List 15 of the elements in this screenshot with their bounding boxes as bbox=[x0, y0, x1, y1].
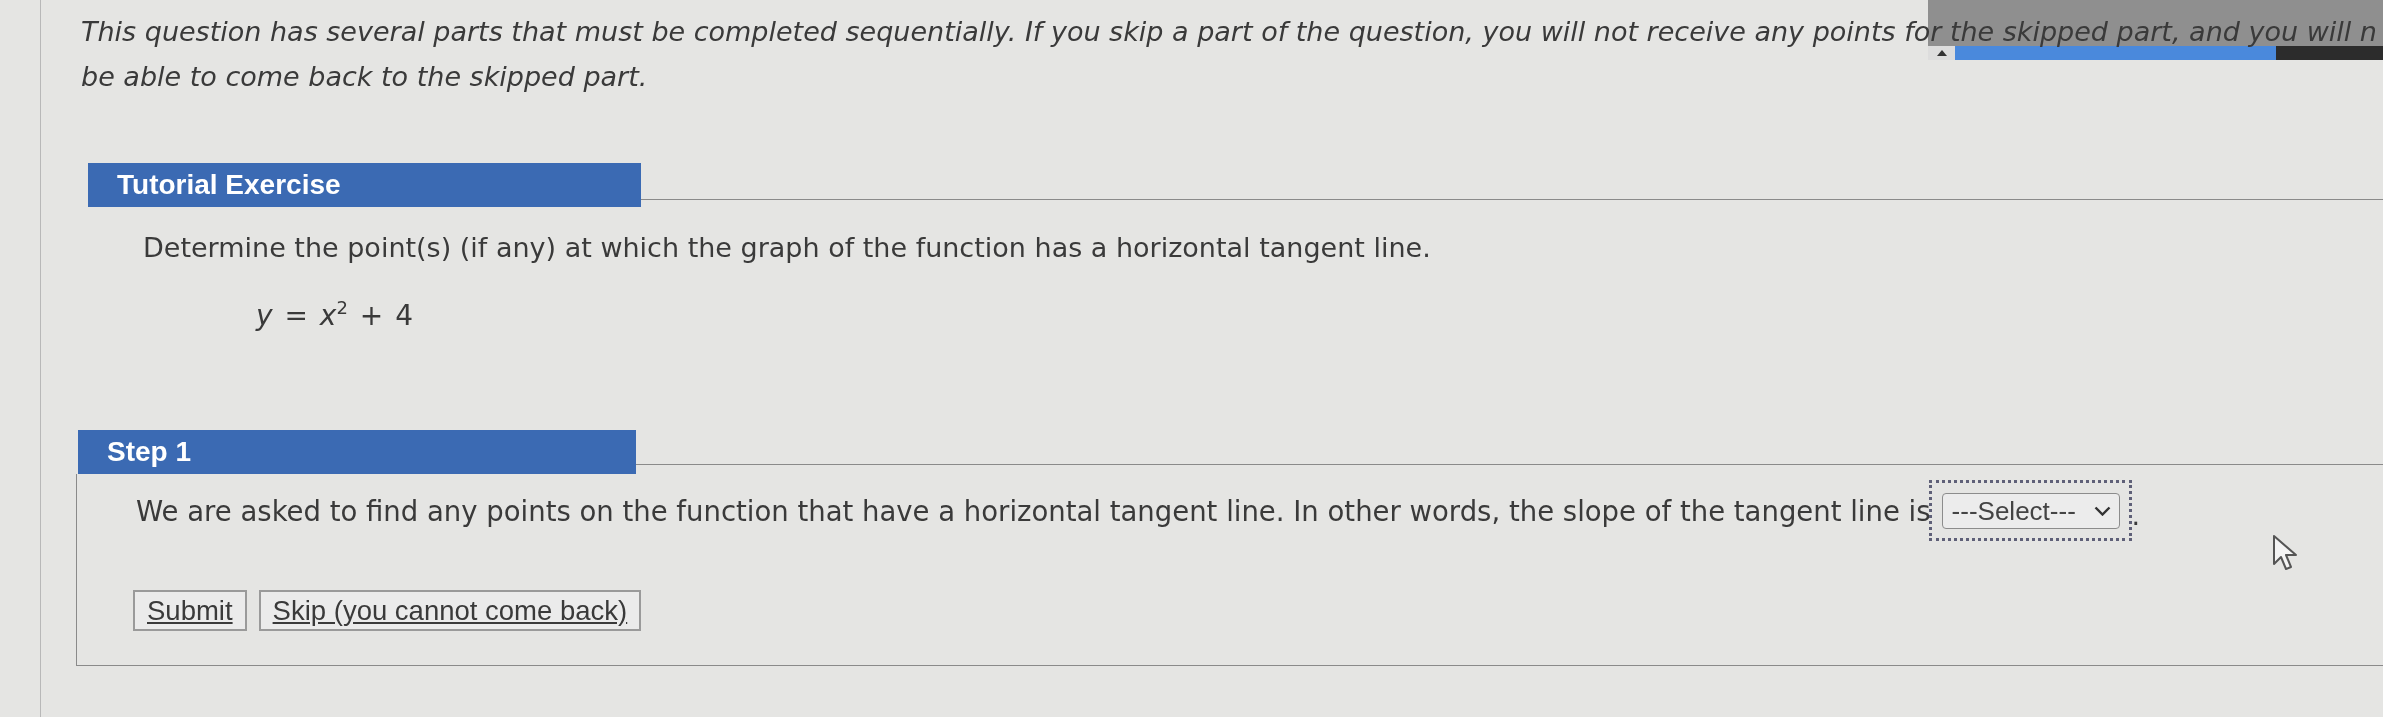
submit-button[interactable]: Submit bbox=[133, 590, 247, 631]
period-text: . bbox=[2131, 501, 2141, 531]
notice-text: be able to come back to the skipped part. bbox=[81, 60, 648, 94]
skip-button[interactable]: Skip (you cannot come back) bbox=[258, 590, 642, 631]
scroll-up-button[interactable] bbox=[1928, 46, 1955, 60]
triangle-up-icon bbox=[1936, 50, 1947, 56]
step-text: We are asked to find any points on the function that have a horizontal tangent line. In other words, the slope of the tangent line is bbox=[136, 494, 1931, 527]
step-header: Step 1 bbox=[78, 430, 636, 474]
select-dropdown[interactable]: ---Select--- bbox=[1941, 493, 2120, 529]
question-text: Determine the point(s) (if any) at which the graph of the function has a horizontal tangent line. bbox=[143, 231, 1431, 265]
cursor-icon bbox=[2272, 534, 2298, 572]
section-header: Tutorial Exercise bbox=[88, 163, 641, 207]
equation-text: y = x$^{2}$ + 4 bbox=[256, 298, 413, 334]
chevron-down-icon bbox=[2093, 506, 2111, 516]
notice-text: This question has several parts that must be completed sequentially. If you skip a part of the question, you will not receive any points for the skipped part, and you will n bbox=[81, 18, 2377, 46]
